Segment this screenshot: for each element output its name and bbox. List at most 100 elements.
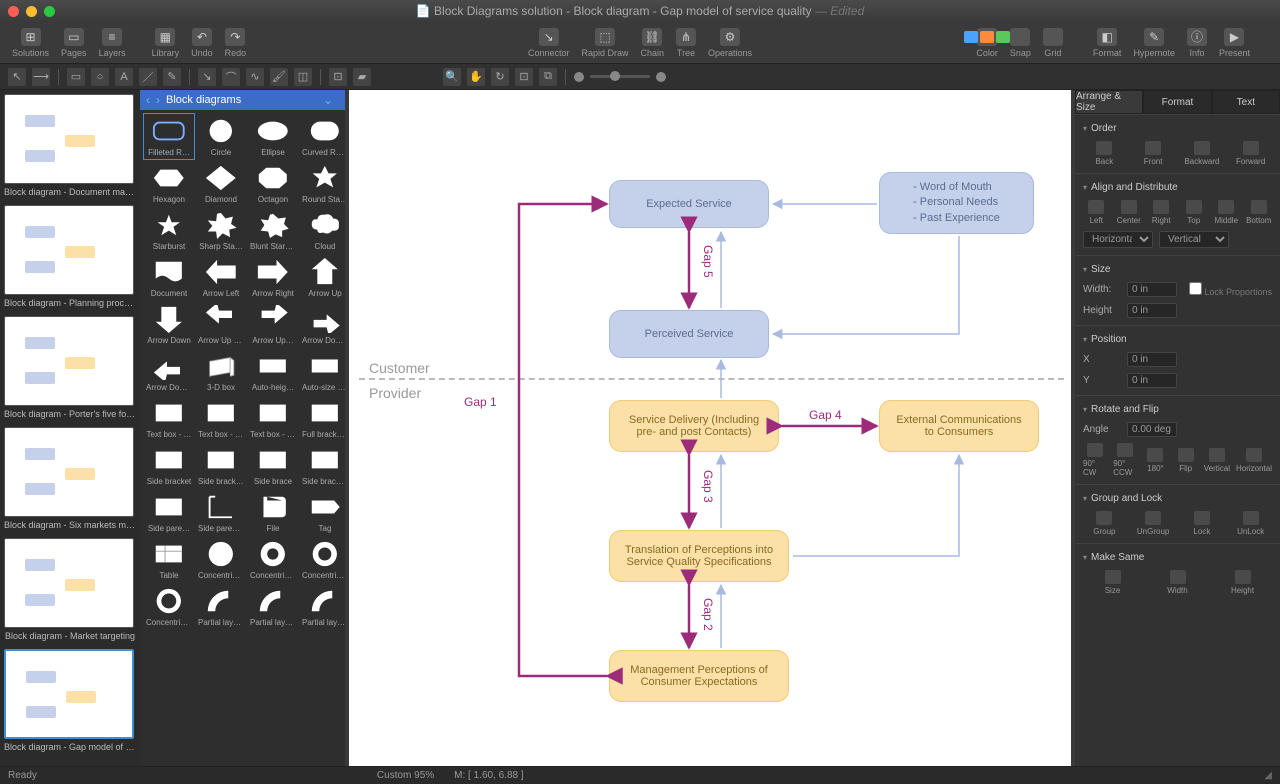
perceived-box[interactable]: Perceived Service	[609, 310, 769, 358]
library-button[interactable]: ▦Library	[148, 26, 184, 60]
order-back[interactable]: Back	[1083, 141, 1126, 166]
y-input[interactable]	[1127, 373, 1177, 388]
brush-tool[interactable]: 🖌	[270, 68, 288, 86]
order-front[interactable]: Front	[1132, 141, 1175, 166]
group-unlock[interactable]: UnLock	[1229, 511, 1272, 536]
zoom-out[interactable]	[574, 72, 584, 82]
align-center[interactable]: Center	[1116, 200, 1143, 225]
shape-side-brace[interactable]: Side brace	[248, 443, 298, 488]
shape-ellipse[interactable]: Ellipse	[248, 114, 298, 159]
eraser-tool[interactable]: ◫	[294, 68, 312, 86]
align-middle[interactable]: Middle	[1213, 200, 1240, 225]
rapid draw-button[interactable]: ⬚Rapid Draw	[577, 26, 632, 60]
shape-blunt-starburst[interactable]: Blunt Starburst	[248, 208, 298, 253]
tab-format[interactable]: Format	[1143, 90, 1211, 114]
page-thumb[interactable]: Block diagram - Planning process	[4, 205, 136, 308]
shape-concentric-[interactable]: Concentric …	[196, 537, 246, 582]
rotate-90-ccw[interactable]: 90° CCW	[1113, 443, 1137, 477]
shape-text-box-[interactable]: Text box - …	[144, 396, 194, 441]
align-header[interactable]: Align and Distribute	[1083, 178, 1272, 197]
distribute-horizontal[interactable]: Horizontal	[1083, 231, 1153, 248]
shape-arrow-dow-[interactable]: Arrow Dow…	[144, 349, 194, 394]
library-title[interactable]: Block diagrams	[166, 94, 323, 106]
shape-arrow-left[interactable]: Arrow Left	[196, 255, 246, 300]
stamp-tool[interactable]: ⊡	[329, 68, 347, 86]
shape-auto-size-box[interactable]: Auto-size box	[300, 349, 345, 394]
connector-tool[interactable]: ↘	[198, 68, 216, 86]
fill-tool[interactable]: ▰	[353, 68, 371, 86]
rotate-90-cw[interactable]: 90° CW	[1083, 443, 1107, 477]
pen-tool[interactable]: ✎	[163, 68, 181, 86]
shape-arrow-dow-[interactable]: Arrow Dow…	[300, 302, 345, 347]
shape-arrow-up[interactable]: Arrow Up	[300, 255, 345, 300]
shape-starburst[interactable]: Starburst	[144, 208, 194, 253]
same-header[interactable]: Make Same	[1083, 548, 1272, 567]
management-box[interactable]: Management Perceptions of Consumer Expec…	[609, 650, 789, 702]
same-width[interactable]: Width	[1148, 570, 1207, 595]
tree-button[interactable]: ⋔Tree	[672, 26, 700, 60]
line-tool[interactable]: ／	[139, 68, 157, 86]
minimize-window[interactable]	[26, 6, 37, 17]
height-input[interactable]	[1127, 303, 1177, 318]
zoom-in[interactable]	[656, 72, 666, 82]
position-header[interactable]: Position	[1083, 330, 1272, 349]
grid-button[interactable]: Grid	[1039, 26, 1067, 60]
rect-tool[interactable]: ▭	[67, 68, 85, 86]
lock-proportions[interactable]	[1189, 282, 1202, 295]
shape-arrow-up-[interactable]: Arrow Up…	[248, 302, 298, 347]
color-button[interactable]: Color	[972, 26, 1002, 60]
rotate-tool[interactable]: ↻	[491, 68, 509, 86]
operations-button[interactable]: ⚙Operations	[704, 26, 756, 60]
align-left[interactable]: Left	[1083, 200, 1110, 225]
shape-side-brace-[interactable]: Side brace - …	[300, 443, 345, 488]
ellipse-tool[interactable]: ○	[91, 68, 109, 86]
group-header[interactable]: Group and Lock	[1083, 489, 1272, 508]
shape-hexagon[interactable]: Hexagon	[144, 161, 194, 206]
size-header[interactable]: Size	[1083, 260, 1272, 279]
group-tool[interactable]: ⧉	[539, 68, 557, 86]
pages-button[interactable]: ▭Pages	[57, 26, 91, 60]
page-thumb[interactable]: Block diagram - Porter's five forces mod…	[4, 316, 136, 419]
close-window[interactable]	[8, 6, 19, 17]
spline-tool[interactable]: ∿	[246, 68, 264, 86]
snap-button[interactable]: Snap	[1006, 26, 1035, 60]
group-lock[interactable]: Lock	[1181, 511, 1224, 536]
shape-octagon[interactable]: Octagon	[248, 161, 298, 206]
shape-side-parenth-[interactable]: Side parenth…	[196, 490, 246, 535]
shape-tag[interactable]: Tag	[300, 490, 345, 535]
library-back[interactable]: ‹	[146, 93, 150, 107]
rotate-vertical[interactable]: Vertical	[1204, 448, 1230, 473]
shape-cloud[interactable]: Cloud	[300, 208, 345, 253]
zoom-slider[interactable]	[590, 75, 650, 78]
rotate-180-[interactable]: 180°	[1143, 448, 1167, 473]
shape-full-bracke-[interactable]: Full bracke…	[300, 396, 345, 441]
rotate-horizontal[interactable]: Horizontal	[1236, 448, 1272, 473]
shape-partial-layer-1[interactable]: Partial layer 1	[196, 584, 246, 629]
resize-handle[interactable]: ◢	[1264, 770, 1272, 781]
angle-input[interactable]	[1127, 422, 1177, 437]
canvas[interactable]: Customer Provider Gap 1 Expected Service…	[349, 90, 1071, 766]
shape-table[interactable]: Table	[144, 537, 194, 582]
rotate-header[interactable]: Rotate and Flip	[1083, 400, 1272, 419]
present-button[interactable]: ▶Present	[1215, 26, 1254, 60]
align-right[interactable]: Right	[1148, 200, 1175, 225]
group-ungroup[interactable]: UnGroup	[1132, 511, 1175, 536]
shape-partial-layer-3[interactable]: Partial layer 3	[300, 584, 345, 629]
order-header[interactable]: Order	[1083, 119, 1272, 138]
wom-box[interactable]: - Word of Mouth - Personal Needs - Past …	[879, 172, 1034, 234]
pointer-tool[interactable]: ↖	[8, 68, 26, 86]
rotate-flip[interactable]: Flip	[1174, 448, 1198, 473]
redo-button[interactable]: ↷Redo	[221, 26, 251, 60]
shape-sharp-sta-[interactable]: Sharp Sta…	[196, 208, 246, 253]
arc-tool[interactable]: ⌒	[222, 68, 240, 86]
crop-tool[interactable]: ⊡	[515, 68, 533, 86]
shape-partial-layer-2[interactable]: Partial layer 2	[248, 584, 298, 629]
shape-side-bracket[interactable]: Side bracket	[144, 443, 194, 488]
text-insert-tool[interactable]: ⟶	[32, 68, 50, 86]
shape-file[interactable]: File	[248, 490, 298, 535]
connector-button[interactable]: ↘Connector	[524, 26, 574, 60]
same-height[interactable]: Height	[1213, 570, 1272, 595]
format-button[interactable]: ◧Format	[1089, 26, 1126, 60]
page-thumb[interactable]: Block diagram - Document management…	[4, 94, 136, 197]
shape-concentric-[interactable]: Concentric …	[248, 537, 298, 582]
